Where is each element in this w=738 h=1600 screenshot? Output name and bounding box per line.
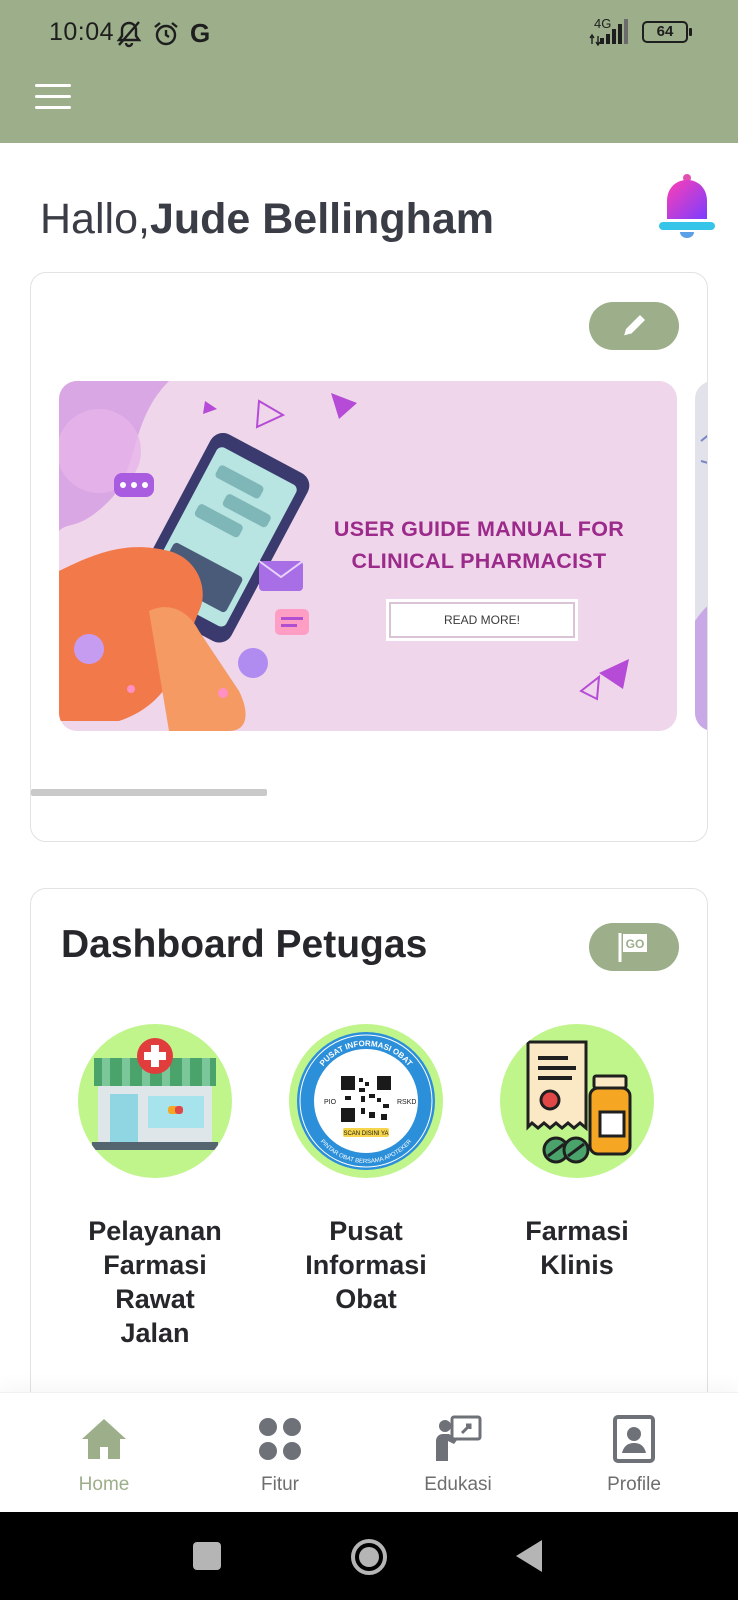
alarm-icon (154, 21, 178, 45)
back-triangle-icon (516, 1540, 542, 1572)
nav-label: Fitur (261, 1474, 299, 1495)
edit-button[interactable] (589, 302, 679, 350)
status-time: 10:04 (49, 18, 115, 46)
go-flag-icon: GO (618, 933, 647, 962)
promo-banner[interactable]: USER GUIDE MANUAL FOR CLINICAL PHARMACIS… (59, 381, 677, 731)
status-icons: G (116, 18, 210, 49)
circle-home-icon (351, 1539, 387, 1575)
bell-off-icon (116, 20, 142, 47)
nav-label: Edukasi (424, 1474, 492, 1495)
qr-right-text: RSKD (397, 1099, 416, 1106)
home-icon (82, 1419, 126, 1459)
nav-home[interactable]: Home (44, 1415, 164, 1496)
label-line: Pusat (329, 1216, 403, 1246)
nav-profile[interactable]: Profile (574, 1415, 694, 1496)
menu-item-label: Farmasi Klinis (477, 1214, 677, 1282)
go-button[interactable]: GO (589, 923, 679, 971)
menu-item-pusat-informasi-obat[interactable]: SCAN DISINI YA PIO RSKD PUSAT INFORMASI … (266, 1024, 466, 1316)
status-right: 4G 64 (588, 16, 692, 46)
menu-item-label: Pusat Informasi Obat (266, 1214, 466, 1316)
nav-label: Home (78, 1474, 130, 1495)
notification-bell-icon[interactable] (656, 172, 718, 242)
label-line: Informasi (305, 1250, 427, 1280)
label-line: Rawat (115, 1284, 195, 1314)
hamburger-menu-button[interactable] (35, 84, 71, 112)
signal-icon: 4G (588, 16, 632, 46)
dashboard-card: Dashboard Petugas GO Pelayanan Farmasi R… (30, 888, 708, 1408)
label-line: Obat (335, 1284, 397, 1314)
home-system-button[interactable] (350, 1538, 388, 1581)
menu-item-farmasi-klinis[interactable]: Farmasi Klinis (477, 1024, 677, 1282)
label-line: Klinis (540, 1250, 614, 1280)
google-icon: G (190, 18, 211, 48)
qr-left-text: PIO (324, 1099, 337, 1106)
qr-scan-text: SCAN DISINI YA (343, 1131, 388, 1137)
dashboard-title: Dashboard Petugas (61, 923, 428, 966)
label-line: Jalan (120, 1318, 190, 1348)
label-line: Pelayanan (88, 1216, 222, 1246)
profile-icon (613, 1415, 655, 1463)
system-nav-bar (0, 1512, 738, 1600)
banner-title-line1: USER GUIDE MANUAL FOR (333, 517, 625, 541)
label-line: Farmasi (525, 1216, 629, 1246)
nav-label: Profile (607, 1474, 661, 1495)
education-icon (436, 1415, 482, 1461)
menu-item-label: Pelayanan Farmasi Rawat Jalan (55, 1214, 255, 1350)
screen: 10:04 G 4G 64 Hallo,Jude Bellingham USER… (0, 0, 738, 1600)
pharmacy-store-icon (78, 1024, 232, 1178)
nav-fitur[interactable]: Fitur (220, 1415, 340, 1496)
prescription-medicine-icon (500, 1024, 654, 1178)
go-label: GO (626, 937, 645, 951)
greeting-prefix: Hallo, (40, 195, 150, 243)
nav-edukasi[interactable]: Edukasi (398, 1415, 518, 1496)
banner-card: USER GUIDE MANUAL FOR CLINICAL PHARMACIS… (30, 272, 708, 842)
back-button[interactable] (516, 1540, 544, 1577)
banner-title: USER GUIDE MANUAL FOR CLINICAL PHARMACIS… (314, 513, 644, 577)
qr-badge-icon: SCAN DISINI YA PIO RSKD PUSAT INFORMASI … (289, 1024, 443, 1178)
menu-item-pelayanan-farmasi[interactable]: Pelayanan Farmasi Rawat Jalan (55, 1024, 255, 1350)
recents-button[interactable] (193, 1542, 221, 1575)
pencil-icon (623, 315, 645, 337)
greeting: Hallo,Jude Bellingham (40, 195, 494, 244)
grid-icon (259, 1418, 301, 1460)
battery-icon: 64 (642, 21, 692, 43)
user-name: Jude Bellingham (149, 195, 495, 243)
next-banner-peek[interactable] (695, 381, 707, 731)
carousel-scroll-indicator[interactable] (31, 789, 267, 796)
bottom-nav: Home Fitur Edukasi Profile (0, 1392, 738, 1512)
square-icon (193, 1542, 221, 1570)
read-more-button[interactable]: READ MORE! (389, 602, 575, 638)
app-bar: 10:04 G 4G 64 (0, 0, 738, 143)
label-line: Farmasi (103, 1250, 207, 1280)
banner-title-line2: CLINICAL PHARMACIST (351, 549, 607, 573)
